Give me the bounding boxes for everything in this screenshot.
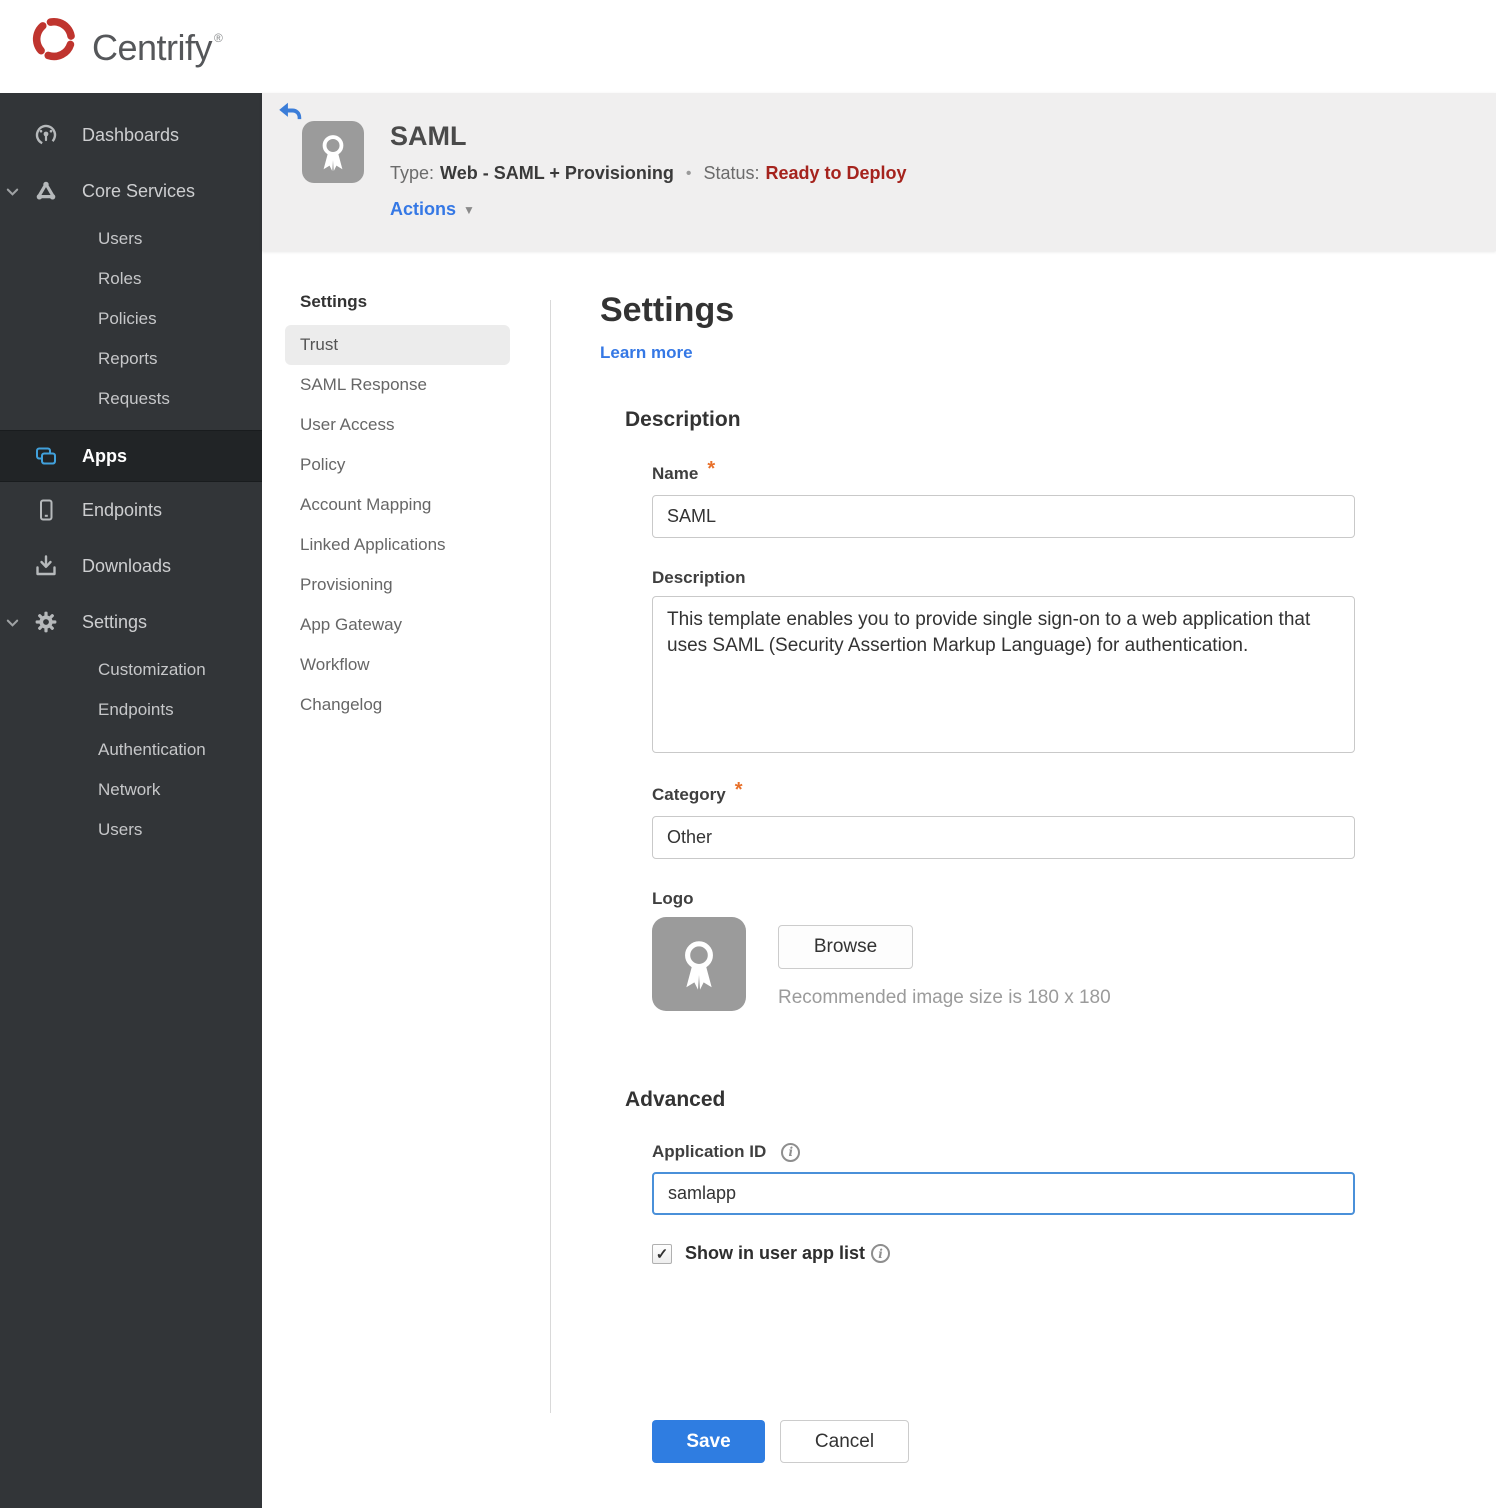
subnav-item-provisioning[interactable]: Provisioning — [285, 565, 510, 605]
centrify-logo-icon — [32, 17, 76, 61]
gear-icon — [34, 610, 58, 634]
settings-panel: Settings Learn more Description Name * D… — [600, 290, 1360, 1463]
sidebar-item-users[interactable]: Users — [0, 219, 262, 259]
sidebar-item-label: Settings — [82, 611, 148, 632]
name-label: Name * — [652, 458, 716, 483]
download-icon — [34, 554, 58, 578]
info-icon[interactable]: i — [781, 1142, 801, 1162]
sidebar-item-label: Endpoints — [82, 499, 163, 520]
brand-name: Centrify ® — [92, 27, 223, 68]
required-marker: * — [707, 458, 716, 480]
sidebar-item-settings-users[interactable]: Users — [0, 810, 262, 850]
logo-label: Logo — [652, 889, 694, 908]
application-id-field[interactable] — [652, 1172, 1355, 1215]
description-label: Description — [652, 568, 746, 587]
subnav-item-saml-response[interactable]: SAML Response — [285, 365, 510, 405]
device-icon — [34, 498, 58, 522]
sidebar-item-endpoints[interactable]: Endpoints — [0, 482, 262, 538]
sidebar-item-apps[interactable]: Apps — [0, 430, 262, 482]
description-field[interactable]: This template enables you to provide sin… — [652, 596, 1355, 753]
meta-separator: • — [685, 164, 692, 182]
learn-more-link[interactable]: Learn more — [600, 343, 693, 363]
subnav-item-workflow[interactable]: Workflow — [285, 645, 510, 685]
ribbon-icon — [322, 135, 344, 171]
subnav-item-user-access[interactable]: User Access — [285, 405, 510, 445]
app-header: SAML Type: Web - SAML + Provisioning • S… — [262, 93, 1496, 251]
required-marker: * — [734, 779, 743, 801]
sidebar-item-core-services[interactable]: Core Services — [0, 163, 262, 219]
logo-size-hint: Recommended image size is 180 x 180 — [778, 987, 1111, 1008]
app-title: SAML — [390, 121, 467, 151]
app-meta: Type: Web - SAML + Provisioning • Status… — [390, 163, 907, 184]
chevron-down-icon — [5, 615, 20, 630]
category-label: Category * — [652, 779, 743, 804]
back-button[interactable] — [276, 99, 302, 125]
sidebar-item-dashboards[interactable]: Dashboards — [0, 107, 262, 163]
brand-logo: Centrify ® — [28, 12, 223, 74]
subnav-item-app-gateway[interactable]: App Gateway — [285, 605, 510, 645]
sidebar-item-settings-endpoints[interactable]: Endpoints — [0, 690, 262, 730]
name-field[interactable] — [652, 495, 1355, 538]
sidebar-item-label: Dashboards — [82, 124, 180, 145]
registered-mark: ® — [214, 31, 223, 45]
sidebar-item-authentication[interactable]: Authentication — [0, 730, 262, 770]
apps-icon — [34, 444, 58, 468]
description-section-heading: Description — [625, 408, 741, 431]
top-bar: Centrify ® — [0, 0, 1496, 93]
sidebar-item-customization[interactable]: Customization — [0, 650, 262, 690]
subnav-item-linked-applications[interactable]: Linked Applications — [285, 525, 510, 565]
chevron-down-icon — [5, 184, 20, 199]
sidebar-item-downloads[interactable]: Downloads — [0, 538, 262, 594]
subnav-item-account-mapping[interactable]: Account Mapping — [285, 485, 510, 525]
actions-menu-button[interactable]: Actions ▼ — [390, 199, 475, 220]
subnav-item-changelog[interactable]: Changelog — [285, 685, 510, 725]
type-value: Web - SAML + Provisioning — [440, 163, 674, 183]
gauge-icon — [34, 123, 58, 147]
sidebar: Dashboards Core Services Users Roles Pol… — [0, 93, 262, 1508]
save-button[interactable]: Save — [652, 1420, 765, 1463]
category-field[interactable] — [652, 816, 1355, 859]
app-logo — [302, 121, 364, 183]
status-value: Ready to Deploy — [765, 163, 907, 183]
status-label: Status: — [703, 163, 760, 183]
advanced-section-heading: Advanced — [625, 1088, 726, 1111]
sidebar-item-label: Core Services — [82, 180, 196, 201]
subnav-header: Settings — [300, 292, 368, 311]
sidebar-item-roles[interactable]: Roles — [0, 259, 262, 299]
sidebar-item-label: Downloads — [82, 555, 172, 576]
sidebar-item-network[interactable]: Network — [0, 770, 262, 810]
sidebar-item-label: Apps — [82, 445, 127, 466]
app-settings-nav: Settings Trust SAML Response User Access… — [285, 292, 510, 725]
type-label: Type: — [390, 163, 435, 183]
ribbon-icon — [685, 941, 713, 990]
show-in-user-app-list-checkbox[interactable]: ✓ — [652, 1243, 672, 1264]
show-in-user-app-list-label: Show in user app list i — [685, 1243, 891, 1264]
vertical-divider — [550, 300, 551, 1413]
cancel-button[interactable]: Cancel — [780, 1420, 909, 1463]
subnav-item-policy[interactable]: Policy — [285, 445, 510, 485]
logo-preview — [652, 917, 746, 1011]
browse-button[interactable]: Browse — [778, 925, 913, 969]
caret-down-icon: ▼ — [463, 202, 475, 217]
core-services-icon — [34, 179, 58, 203]
sidebar-item-settings[interactable]: Settings — [0, 594, 262, 650]
subnav-item-trust[interactable]: Trust — [285, 325, 510, 365]
sidebar-item-reports[interactable]: Reports — [0, 339, 262, 379]
page-title: Settings — [600, 291, 735, 329]
sidebar-item-requests[interactable]: Requests — [0, 379, 262, 419]
info-icon[interactable]: i — [871, 1244, 891, 1263]
sidebar-item-policies[interactable]: Policies — [0, 299, 262, 339]
application-id-label: Application ID i — [652, 1142, 1360, 1162]
